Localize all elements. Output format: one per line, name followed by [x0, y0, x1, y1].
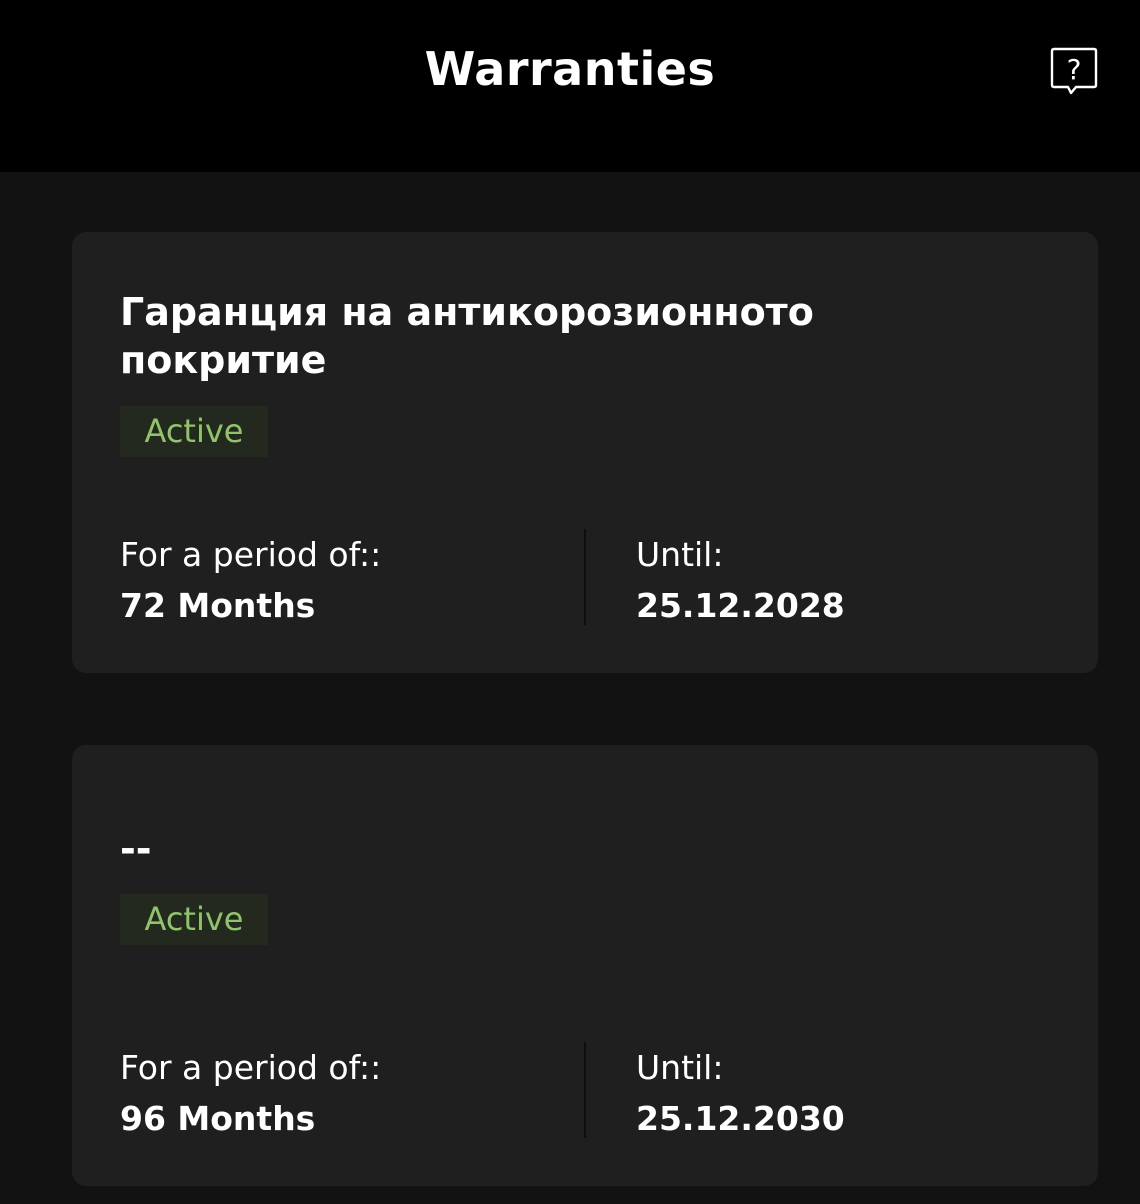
- period-label: For a period of::: [120, 535, 382, 574]
- column-divider: [584, 529, 586, 625]
- warranty-details: For a period of:: 96 Months Until: 25.12…: [72, 1042, 1098, 1138]
- until-column: Until: 25.12.2030: [636, 1042, 1036, 1144]
- column-divider: [584, 1042, 586, 1138]
- warranty-card[interactable]: Гаранция на антикорозионното покритие Ac…: [72, 232, 1098, 673]
- until-label: Until:: [636, 535, 724, 574]
- period-value: 72 Months: [120, 586, 316, 625]
- page-title: Warranties: [424, 42, 716, 96]
- until-column: Until: 25.12.2028: [636, 529, 1036, 631]
- until-value: 25.12.2030: [636, 1099, 845, 1138]
- svg-text:?: ?: [1067, 53, 1082, 86]
- until-value: 25.12.2028: [636, 586, 845, 625]
- period-column: For a period of:: 96 Months: [120, 1042, 560, 1144]
- warranty-card[interactable]: -- Active For a period of:: 96 Months Un…: [72, 745, 1098, 1186]
- status-badge: Active: [120, 406, 268, 457]
- period-label: For a period of::: [120, 1048, 382, 1087]
- help-button[interactable]: ?: [1048, 45, 1100, 97]
- warranty-details: For a period of:: 72 Months Until: 25.12…: [72, 529, 1098, 625]
- top-bar: Warranties ?: [0, 0, 1140, 172]
- help-question-icon: ?: [1050, 47, 1098, 95]
- warranty-title: Гаранция на антикорозионното покритие: [120, 290, 814, 382]
- status-badge: Active: [120, 894, 268, 945]
- warranty-title: --: [120, 827, 152, 871]
- period-value: 96 Months: [120, 1099, 316, 1138]
- until-label: Until:: [636, 1048, 724, 1087]
- period-column: For a period of:: 72 Months: [120, 529, 560, 631]
- warranties-screen: Warranties ? Гаранция на антикорозионнот…: [0, 0, 1140, 1204]
